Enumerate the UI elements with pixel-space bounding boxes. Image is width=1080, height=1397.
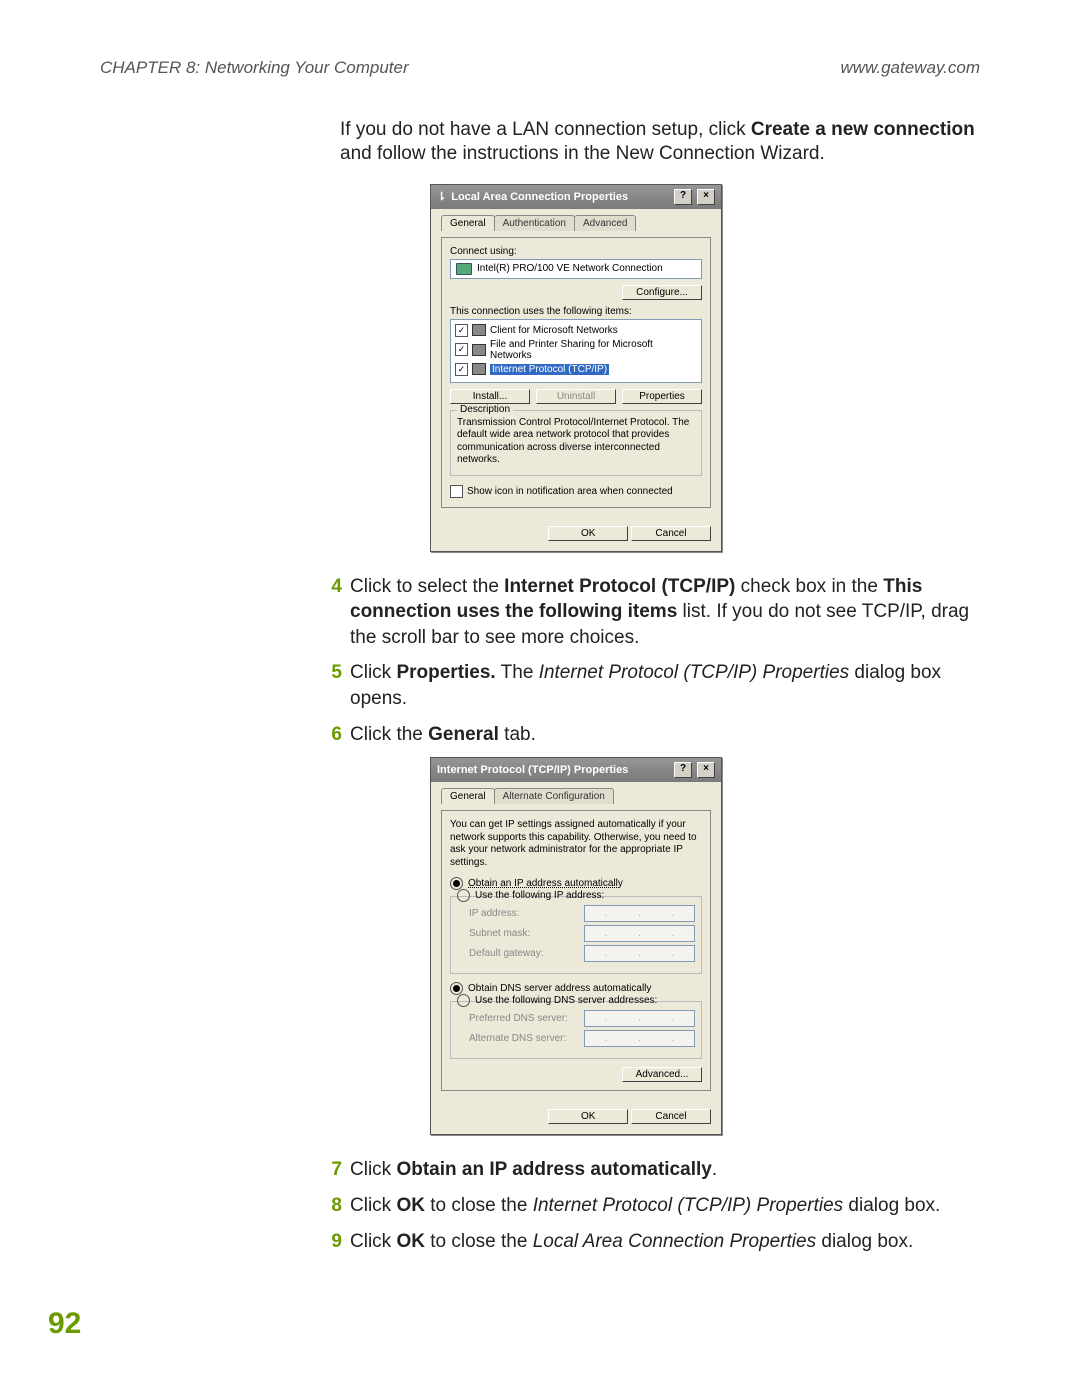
subnet-mask-row: Subnet mask:... bbox=[457, 925, 695, 942]
properties-button[interactable]: Properties bbox=[622, 389, 702, 404]
advanced-button[interactable]: Advanced... bbox=[622, 1067, 702, 1082]
cancel-button[interactable]: Cancel bbox=[631, 1109, 711, 1124]
protocol-icon bbox=[472, 363, 486, 375]
help-button[interactable]: ? bbox=[674, 189, 692, 205]
connection-items-list[interactable]: Client for Microsoft Networks File and P… bbox=[450, 319, 702, 383]
alternate-dns-input: ... bbox=[584, 1030, 695, 1047]
nic-icon bbox=[456, 263, 472, 275]
connect-using-label: Connect using: bbox=[450, 246, 702, 257]
item-client[interactable]: Client for Microsoft Networks bbox=[455, 323, 697, 338]
sharing-icon bbox=[472, 344, 486, 356]
preferred-dns-input: ... bbox=[584, 1010, 695, 1027]
default-gateway-row: Default gateway:... bbox=[457, 945, 695, 962]
checkbox-icon[interactable] bbox=[455, 363, 468, 376]
tcpip-properties-dialog: Internet Protocol (TCP/IP) Properties ? … bbox=[430, 757, 722, 1135]
tcpip-tabs: General Alternate Configuration bbox=[441, 788, 711, 804]
description-text: Transmission Control Protocol/Internet P… bbox=[457, 417, 695, 467]
item-tcpip[interactable]: Internet Protocol (TCP/IP) bbox=[455, 362, 697, 377]
ip-address-row: IP address:... bbox=[457, 905, 695, 922]
adapter-name: Intel(R) PRO/100 VE Network Connection bbox=[477, 263, 663, 274]
step-5: 5 Click Properties. The Internet Protoco… bbox=[320, 660, 980, 711]
tcpip-dialog-title: Internet Protocol (TCP/IP) Properties bbox=[437, 764, 628, 776]
preferred-dns-row: Preferred DNS server:... bbox=[457, 1010, 695, 1027]
chapter-title: CHAPTER 8: Networking Your Computer bbox=[100, 58, 409, 78]
page-header: CHAPTER 8: Networking Your Computer www.… bbox=[100, 58, 980, 78]
step-6: 6 Click the General tab. bbox=[320, 722, 980, 748]
alternate-dns-row: Alternate DNS server:... bbox=[457, 1030, 695, 1047]
help-button[interactable]: ? bbox=[674, 762, 692, 778]
step-4: 4 Click to select the Internet Protocol … bbox=[320, 574, 980, 651]
show-icon-option[interactable]: Show icon in notification area when conn… bbox=[450, 484, 702, 499]
lan-properties-dialog: ⇂ Local Area Connection Properties ? × G… bbox=[430, 184, 722, 552]
ok-button[interactable]: OK bbox=[548, 526, 628, 541]
tab-general[interactable]: General bbox=[441, 788, 495, 804]
radio-icon[interactable] bbox=[457, 889, 470, 902]
intro-paragraph: If you do not have a LAN connection setu… bbox=[340, 118, 980, 166]
description-group: Description Transmission Control Protoco… bbox=[450, 410, 702, 476]
adapter-field: Intel(R) PRO/100 VE Network Connection bbox=[450, 259, 702, 279]
tab-alternate-config[interactable]: Alternate Configuration bbox=[494, 788, 614, 804]
tcpip-selected-label: Internet Protocol (TCP/IP) bbox=[490, 364, 609, 375]
tab-advanced[interactable]: Advanced bbox=[574, 215, 636, 231]
uninstall-button: Uninstall bbox=[536, 389, 616, 404]
radio-static-ip[interactable]: Use the following IP address: bbox=[457, 889, 695, 902]
header-url: www.gateway.com bbox=[840, 58, 980, 78]
default-gateway-input: ... bbox=[584, 945, 695, 962]
item-file-printer-sharing[interactable]: File and Printer Sharing for Microsoft N… bbox=[455, 338, 697, 362]
tab-authentication[interactable]: Authentication bbox=[494, 215, 575, 231]
radio-icon[interactable] bbox=[457, 994, 470, 1007]
lan-tabs: General Authentication Advanced bbox=[441, 215, 711, 231]
items-label: This connection uses the following items… bbox=[450, 306, 702, 317]
lan-dialog-title: Local Area Connection Properties bbox=[451, 191, 628, 203]
cancel-button[interactable]: Cancel bbox=[631, 526, 711, 541]
tcpip-dialog-titlebar[interactable]: Internet Protocol (TCP/IP) Properties ? … bbox=[431, 758, 721, 782]
subnet-mask-input: ... bbox=[584, 925, 695, 942]
close-button[interactable]: × bbox=[697, 762, 715, 778]
ip-address-input: ... bbox=[584, 905, 695, 922]
tab-general[interactable]: General bbox=[441, 215, 495, 231]
network-icon: ⇂ bbox=[437, 190, 446, 203]
description-title: Description bbox=[457, 404, 513, 415]
lan-dialog-titlebar[interactable]: ⇂ Local Area Connection Properties ? × bbox=[431, 185, 721, 209]
step-9: 9 Click OK to close the Local Area Conne… bbox=[320, 1229, 980, 1255]
configure-button[interactable]: Configure... bbox=[622, 285, 702, 300]
page-number: 92 bbox=[48, 1307, 81, 1341]
step-7: 7 Click Obtain an IP address automatical… bbox=[320, 1157, 980, 1183]
checkbox-icon[interactable] bbox=[450, 485, 463, 498]
install-button[interactable]: Install... bbox=[450, 389, 530, 404]
close-button[interactable]: × bbox=[697, 189, 715, 205]
checkbox-icon[interactable] bbox=[455, 343, 468, 356]
tcpip-explain-text: You can get IP settings assigned automat… bbox=[450, 819, 702, 869]
client-icon bbox=[472, 324, 486, 336]
checkbox-icon[interactable] bbox=[455, 324, 468, 337]
radio-static-dns[interactable]: Use the following DNS server addresses: bbox=[457, 994, 695, 1007]
step-8: 8 Click OK to close the Internet Protoco… bbox=[320, 1193, 980, 1219]
ok-button[interactable]: OK bbox=[548, 1109, 628, 1124]
